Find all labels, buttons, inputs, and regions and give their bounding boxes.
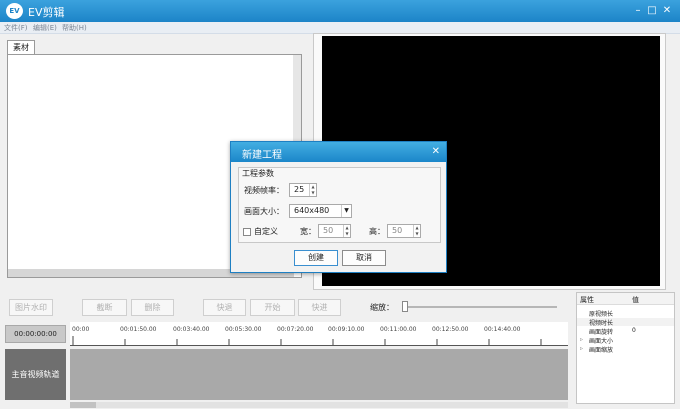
width-input[interactable]: 50 ▲ ▼ bbox=[318, 224, 351, 238]
ruler-tick-label: 00:03:40.00 bbox=[173, 326, 210, 333]
close-button[interactable]: ✕ bbox=[660, 4, 674, 18]
expand-icon[interactable]: ▹ bbox=[580, 345, 583, 352]
cut-button[interactable]: 截断 bbox=[82, 299, 127, 316]
zoom-slider-track[interactable] bbox=[402, 306, 557, 308]
height-input[interactable]: 50 ▲ ▼ bbox=[387, 224, 421, 238]
create-button[interactable]: 创建 bbox=[294, 250, 338, 266]
dropdown-arrow-icon[interactable]: ▼ bbox=[341, 205, 351, 217]
ruler-tick-label: 00:05:30.00 bbox=[225, 326, 262, 333]
size-value: 640x480 bbox=[294, 206, 330, 215]
property-value-header: 值 bbox=[632, 296, 639, 304]
frame-rate-spinner[interactable]: ▲ ▼ bbox=[309, 184, 316, 196]
dialog-title: 新建工程 bbox=[242, 150, 282, 161]
property-label: 画面缩放 bbox=[589, 347, 614, 354]
watermark-button[interactable]: 图片水印 bbox=[9, 299, 53, 316]
property-row[interactable]: 视频时长 bbox=[577, 318, 674, 327]
width-label: 宽： bbox=[300, 227, 316, 236]
width-spinner[interactable]: ▲ ▼ bbox=[343, 225, 350, 237]
delete-button[interactable]: 删除 bbox=[131, 299, 174, 316]
dialog-title-bar: 新建工程 ✕ bbox=[231, 142, 446, 162]
minimize-button[interactable]: – bbox=[631, 4, 645, 18]
frame-rate-label: 视频帧率： bbox=[244, 186, 284, 195]
ruler-tick-label: 00:12:50.00 bbox=[432, 326, 469, 333]
ruler-tick-label: 00:07:20.00 bbox=[277, 326, 314, 333]
ruler-tick-label: 00:11:00.00 bbox=[380, 326, 417, 333]
app-logo-icon: EV bbox=[6, 3, 23, 19]
property-row[interactable]: 画面旋转 0 bbox=[577, 327, 674, 336]
rewind-button[interactable]: 快退 bbox=[203, 299, 246, 316]
tab-media[interactable]: 素材 bbox=[7, 40, 35, 54]
custom-size-checkbox[interactable] bbox=[243, 228, 251, 236]
group-title: 工程参数 bbox=[242, 169, 274, 178]
forward-button[interactable]: 快进 bbox=[298, 299, 341, 316]
expand-icon[interactable]: ▹ bbox=[580, 336, 583, 343]
property-label: 画面大小 bbox=[589, 338, 614, 345]
main-track-area[interactable] bbox=[70, 349, 568, 400]
property-row[interactable]: ▹ 画面缩放 bbox=[577, 345, 674, 354]
properties-header: 属性 值 bbox=[577, 293, 674, 305]
maximize-button[interactable]: □ bbox=[645, 4, 659, 18]
cancel-button[interactable]: 取消 bbox=[342, 250, 386, 266]
main-track-label: 主音视频轨道 bbox=[5, 349, 66, 400]
ruler-tick-label: 00:00 bbox=[72, 326, 90, 333]
timeline-ruler[interactable]: 00:00 00:01:50.00 00:03:40.00 00:05:30.0… bbox=[70, 322, 568, 346]
property-label: 视频时长 bbox=[589, 320, 614, 327]
custom-size-label: 自定义 bbox=[254, 227, 278, 236]
current-time-display: 00:00:00:00 bbox=[5, 325, 66, 343]
app-title: EV剪辑 bbox=[28, 6, 65, 19]
new-project-dialog: 新建工程 ✕ 工程参数 视频帧率： 25 ▲ ▼ 画面大小： 640x480 ▼ … bbox=[230, 141, 447, 273]
size-label: 画面大小： bbox=[244, 207, 284, 216]
title-bar: EV EV剪辑 – □ ✕ bbox=[0, 0, 680, 22]
properties-panel: 属性 值 原视频长 视频时长 画面旋转 0 ▹ 画面大小 ▹ 画面缩放 bbox=[576, 292, 675, 404]
frame-rate-value: 25 bbox=[294, 185, 305, 194]
play-button[interactable]: 开始 bbox=[250, 299, 295, 316]
width-value: 50 bbox=[323, 226, 334, 235]
ruler-tick-label: 00:09:10.00 bbox=[328, 326, 365, 333]
zoom-label: 缩放： bbox=[370, 303, 394, 312]
menu-file[interactable]: 文件(F) bbox=[4, 23, 28, 33]
menu-help[interactable]: 帮助(H) bbox=[62, 23, 87, 33]
timeline-scrollbar[interactable] bbox=[70, 402, 568, 408]
property-label: 画面旋转 bbox=[589, 329, 614, 336]
property-label: 原视频长 bbox=[589, 311, 614, 318]
zoom-slider-thumb[interactable] bbox=[402, 301, 408, 312]
size-select[interactable]: 640x480 ▼ bbox=[289, 204, 352, 218]
menu-edit[interactable]: 编辑(E) bbox=[33, 23, 57, 33]
dialog-close-icon[interactable]: ✕ bbox=[432, 146, 440, 157]
frame-rate-input[interactable]: 25 ▲ ▼ bbox=[289, 183, 317, 197]
property-row[interactable]: ▹ 画面大小 bbox=[577, 336, 674, 345]
height-spinner[interactable]: ▲ ▼ bbox=[413, 225, 420, 237]
ruler-ticks bbox=[72, 336, 542, 345]
height-value: 50 bbox=[392, 226, 403, 235]
height-label: 高： bbox=[369, 227, 385, 236]
property-row[interactable]: 原视频长 bbox=[577, 309, 674, 318]
ruler-tick-label: 00:14:40.00 bbox=[484, 326, 521, 333]
property-value: 0 bbox=[632, 327, 636, 334]
timeline-scrollbar-thumb[interactable] bbox=[70, 402, 96, 408]
ruler-tick-label: 00:01:50.00 bbox=[120, 326, 157, 333]
property-name-header: 属性 bbox=[580, 296, 594, 304]
